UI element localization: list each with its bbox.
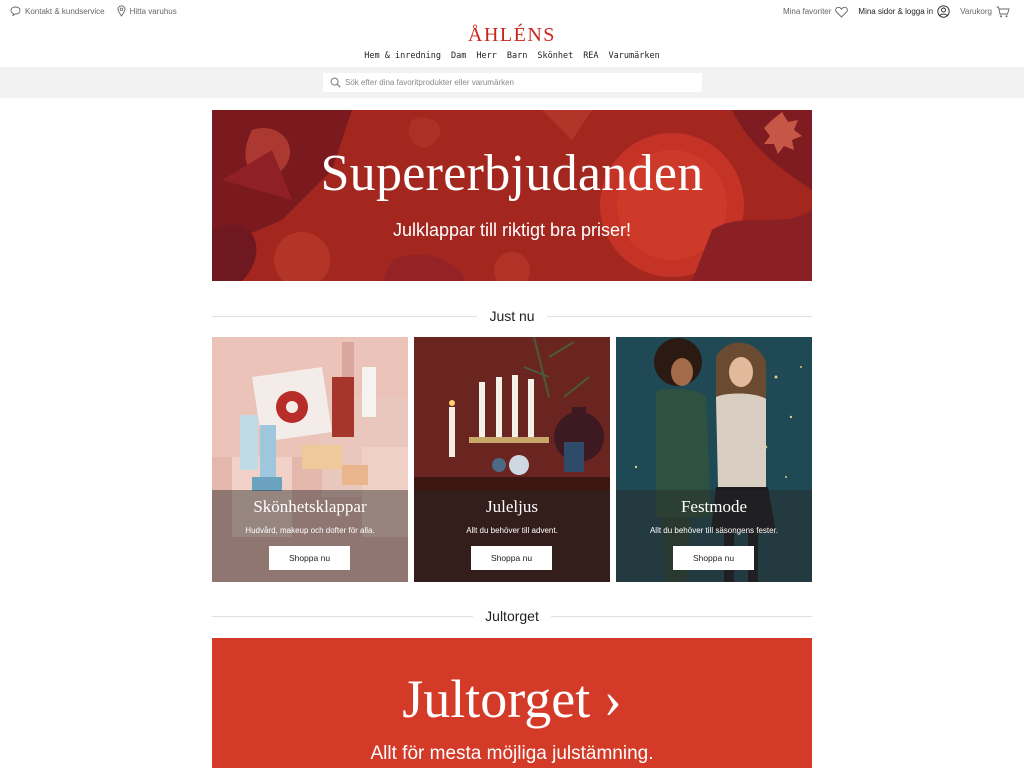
jultorget-banner[interactable]: Jultorget › Allt för mesta möjliga julst… bbox=[212, 638, 812, 768]
nav-item-brands[interactable]: Varumärken bbox=[609, 51, 660, 61]
utility-bar-left: Kontakt & kundservice Hitta varuhus bbox=[10, 5, 177, 17]
search-icon[interactable] bbox=[330, 77, 341, 88]
card-title: Festmode bbox=[680, 497, 748, 516]
favorites-link[interactable]: Mina favoriter bbox=[782, 6, 849, 18]
shop-now-button[interactable]: Shoppa nu bbox=[673, 546, 754, 570]
location-pin-icon bbox=[117, 5, 126, 17]
cart-label: Varukorg bbox=[960, 7, 992, 16]
hero-title: Supererbjudanden bbox=[320, 145, 704, 202]
chat-bubble-icon bbox=[10, 6, 21, 16]
utility-bar-right: Mina favoriter Mina sidor & logga in Var… bbox=[783, 5, 1010, 18]
section-label-jultorget: Jultorget bbox=[485, 608, 539, 624]
nav-item-sale[interactable]: REA bbox=[583, 51, 598, 61]
stores-label: Hitta varuhus bbox=[129, 6, 177, 16]
section-title-jultorget: Jultorget bbox=[212, 608, 813, 624]
section-label-just-nu: Just nu bbox=[489, 308, 535, 324]
favorites-label: Mina favoriter bbox=[782, 7, 832, 16]
nav-item-beauty[interactable]: Skönhet bbox=[537, 51, 573, 61]
account-label: Mina sidor & logga in bbox=[858, 7, 934, 16]
account-link[interactable]: Mina sidor & logga in bbox=[858, 5, 950, 18]
main-navigation: Hem & inredning Dam Herr Barn Skönhet RE… bbox=[0, 51, 1024, 61]
find-store-link[interactable]: Hitta varuhus bbox=[117, 5, 177, 17]
promo-card-party-fashion[interactable]: Festmode Allt du behöver till säsongens … bbox=[616, 337, 812, 582]
shop-now-button[interactable]: Shoppa nu bbox=[269, 546, 350, 570]
nav-item-women[interactable]: Dam bbox=[451, 51, 466, 61]
shop-now-button[interactable]: Shoppa nu bbox=[471, 546, 552, 570]
jultorget-subtitle: Allt för mesta möjliga julstämning. bbox=[370, 743, 654, 764]
hero-subtitle: Julklappar till riktigt bra priser! bbox=[392, 220, 632, 240]
divider-line bbox=[212, 315, 478, 317]
divider-line bbox=[546, 315, 813, 317]
section-title-just-nu: Just nu bbox=[212, 308, 813, 324]
cart-link[interactable]: Varukorg bbox=[960, 6, 1010, 18]
heart-icon bbox=[835, 6, 849, 18]
card-description: Allt du behöver till advent. bbox=[466, 526, 558, 535]
user-icon bbox=[937, 5, 950, 18]
card-description: Hudvård, makeup och dofter för alla. bbox=[245, 526, 375, 535]
nav-item-men[interactable]: Herr bbox=[476, 51, 496, 61]
jultorget-title: Jultorget › bbox=[402, 669, 622, 729]
card-title: Skönhetsklappar bbox=[253, 497, 367, 516]
contact-label: Kontakt & kundservice bbox=[25, 6, 105, 16]
search-box bbox=[323, 73, 702, 92]
card-description: Allt du behöver till säsongens fester. bbox=[649, 526, 779, 535]
nav-item-kids[interactable]: Barn bbox=[507, 51, 527, 61]
nav-item-home-interior[interactable]: Hem & inredning bbox=[364, 51, 441, 61]
contact-link[interactable]: Kontakt & kundservice bbox=[10, 6, 105, 16]
hero-banner[interactable]: Supererbjudanden Julklappar till riktigt… bbox=[212, 110, 812, 281]
promo-card-candles[interactable]: Juleljus Allt du behöver till advent. Sh… bbox=[414, 337, 610, 582]
card-title: Juleljus bbox=[486, 497, 538, 516]
shopping-cart-icon bbox=[996, 6, 1010, 18]
divider-line bbox=[212, 615, 474, 617]
promo-card-beauty[interactable]: Skönhetsklappar Hudvård, makeup och doft… bbox=[212, 337, 408, 582]
site-logo[interactable]: ÅHLÉNS bbox=[0, 24, 1024, 47]
search-band bbox=[0, 67, 1024, 98]
divider-line bbox=[550, 615, 813, 617]
search-input[interactable] bbox=[345, 78, 685, 87]
